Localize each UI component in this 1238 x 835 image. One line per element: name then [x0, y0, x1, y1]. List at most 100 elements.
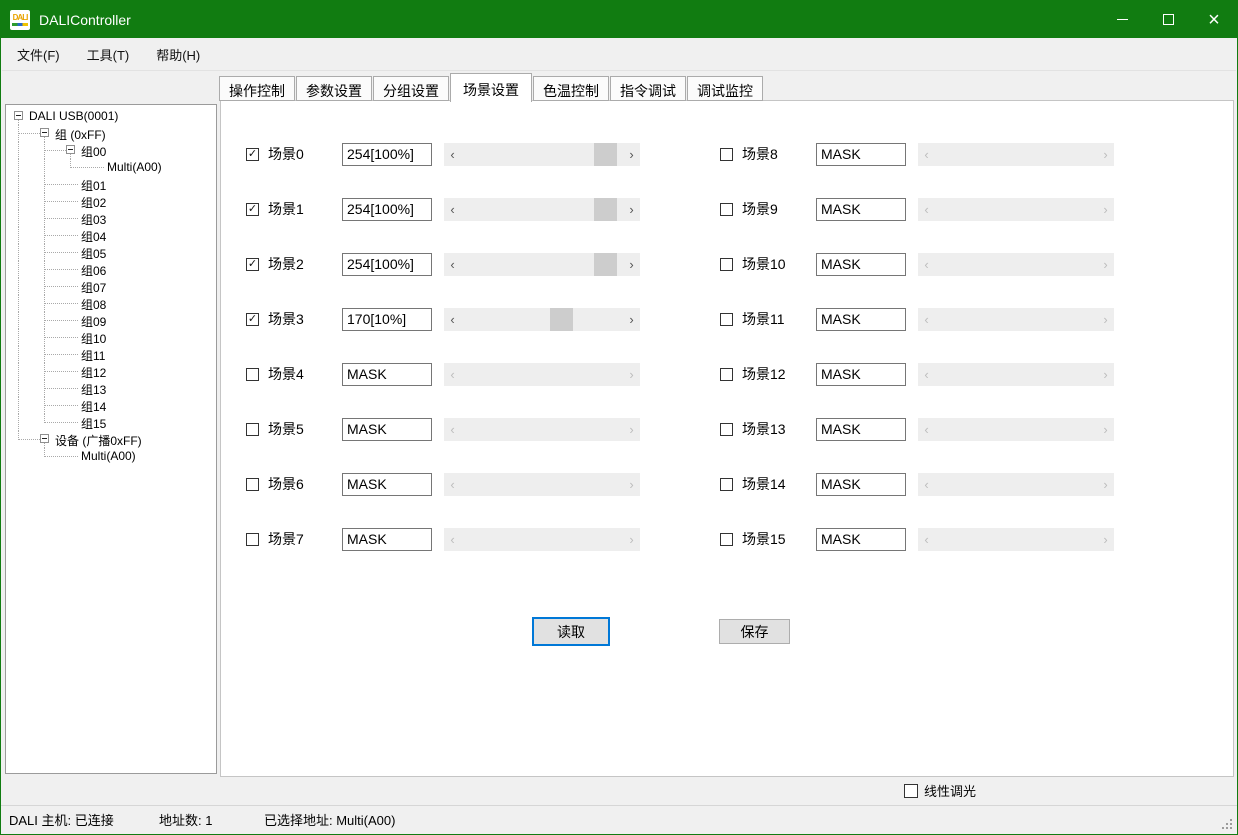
scene-checkbox-scene-3[interactable]: ✓: [246, 313, 259, 326]
device-tree[interactable]: DALI USB(0001)组 (0xFF)组00Multi(A00)组01组0…: [5, 104, 217, 774]
tree-node-group-15[interactable]: 组15: [6, 414, 216, 431]
scroll-thumb[interactable]: [594, 143, 617, 166]
scene-value-input-scene-10[interactable]: [816, 253, 906, 276]
tree-node-group-07[interactable]: 组07: [6, 278, 216, 295]
scene-checkbox-scene-4[interactable]: [246, 368, 259, 381]
tree-node-group-05[interactable]: 组05: [6, 244, 216, 261]
tree-node-group-06[interactable]: 组06: [6, 261, 216, 278]
scroll-right-arrow-icon[interactable]: ›: [623, 253, 640, 276]
scene-checkbox-scene-10[interactable]: [720, 258, 733, 271]
read-button[interactable]: 读取: [532, 617, 610, 646]
scroll-track[interactable]: [461, 308, 623, 331]
scene-value-input-scene-1[interactable]: [342, 198, 432, 221]
scene-value-input-scene-8[interactable]: [816, 143, 906, 166]
tree-guide: [44, 286, 78, 287]
tab-command-debug[interactable]: 指令调试: [610, 76, 686, 101]
tree-node-multi-a00[interactable]: Multi(A00): [6, 159, 216, 176]
scene-value-input-scene-7[interactable]: [342, 528, 432, 551]
tree-node-device-broadcast-0xff[interactable]: 设备 (广播0xFF): [6, 431, 216, 448]
scene-checkbox-scene-11[interactable]: [720, 313, 733, 326]
scene-slider-scene-3[interactable]: ‹›: [444, 308, 640, 331]
tab-parameter-settings[interactable]: 参数设置: [296, 76, 372, 101]
tree-node-group-14[interactable]: 组14: [6, 397, 216, 414]
scroll-track[interactable]: [461, 253, 623, 276]
close-button[interactable]: ×: [1191, 1, 1237, 38]
save-button[interactable]: 保存: [719, 619, 790, 644]
tab-color-temp-control[interactable]: 色温控制: [533, 76, 609, 101]
scroll-right-arrow-icon[interactable]: ›: [623, 143, 640, 166]
scene-value-input-scene-0[interactable]: [342, 143, 432, 166]
scroll-track[interactable]: [461, 143, 623, 166]
tab-scene-settings[interactable]: 场景设置: [450, 73, 532, 102]
tree-expander-icon[interactable]: [66, 145, 75, 154]
scene-slider-scene-2[interactable]: ‹›: [444, 253, 640, 276]
tree-node-label: 组 (0xFF): [55, 126, 106, 143]
menu-item-help[interactable]: 帮助(H): [156, 45, 200, 64]
minimize-button[interactable]: [1099, 1, 1145, 38]
scene-value-input-scene-4[interactable]: [342, 363, 432, 386]
tree-node-dali-usb-0001[interactable]: DALI USB(0001): [6, 108, 216, 125]
tree-expander-icon[interactable]: [40, 434, 49, 443]
maximize-button[interactable]: [1145, 1, 1191, 38]
scroll-track[interactable]: [461, 198, 623, 221]
tree-node-group-00[interactable]: 组00: [6, 142, 216, 159]
scene-value-input-scene-15[interactable]: [816, 528, 906, 551]
tree-node-group-03[interactable]: 组03: [6, 210, 216, 227]
scene-checkbox-scene-7[interactable]: [246, 533, 259, 546]
scene-checkbox-scene-14[interactable]: [720, 478, 733, 491]
scroll-thumb[interactable]: [594, 198, 617, 221]
scroll-right-arrow-icon[interactable]: ›: [623, 198, 640, 221]
tab-operation-control[interactable]: 操作控制: [219, 76, 295, 101]
scene-checkbox-scene-6[interactable]: [246, 478, 259, 491]
tree-node-group-09[interactable]: 组09: [6, 312, 216, 329]
tree-node-group-10[interactable]: 组10: [6, 329, 216, 346]
tree-node-group-02[interactable]: 组02: [6, 193, 216, 210]
scene-checkbox-scene-13[interactable]: [720, 423, 733, 436]
scene-value-input-scene-12[interactable]: [816, 363, 906, 386]
tab-grouping-settings[interactable]: 分组设置: [373, 76, 449, 101]
tree-expander-icon[interactable]: [14, 111, 23, 120]
scroll-left-arrow-icon[interactable]: ‹: [444, 198, 461, 221]
tree-node-group-root-0xff[interactable]: 组 (0xFF): [6, 125, 216, 142]
tree-node-group-11[interactable]: 组11: [6, 346, 216, 363]
tree-node-group-04[interactable]: 组04: [6, 227, 216, 244]
scene-value-input-scene-2[interactable]: [342, 253, 432, 276]
scene-slider-scene-1[interactable]: ‹›: [444, 198, 640, 221]
scene-checkbox-scene-5[interactable]: [246, 423, 259, 436]
scene-checkbox-scene-15[interactable]: [720, 533, 733, 546]
scene-value-input-scene-6[interactable]: [342, 473, 432, 496]
scene-checkbox-scene-1[interactable]: ✓: [246, 203, 259, 216]
scroll-left-arrow-icon[interactable]: ‹: [444, 308, 461, 331]
resize-grip[interactable]: [1220, 817, 1233, 830]
scene-checkbox-scene-0[interactable]: ✓: [246, 148, 259, 161]
tree-expander-icon[interactable]: [40, 128, 49, 137]
scene-slider-scene-0[interactable]: ‹›: [444, 143, 640, 166]
tree-node-group-08[interactable]: 组08: [6, 295, 216, 312]
scene-checkbox-scene-12[interactable]: [720, 368, 733, 381]
tree-node-group-01[interactable]: 组01: [6, 176, 216, 193]
linear-dimming-row: 线性调光: [904, 781, 976, 800]
scene-row-scene-0: ✓场景0‹›: [246, 142, 640, 166]
scroll-thumb[interactable]: [550, 308, 573, 331]
tree-node-device-multi-a00[interactable]: Multi(A00): [6, 448, 216, 465]
menu-item-file[interactable]: 文件(F): [17, 45, 60, 64]
scene-checkbox-scene-8[interactable]: [720, 148, 733, 161]
scroll-thumb[interactable]: [594, 253, 617, 276]
scene-checkbox-scene-9[interactable]: [720, 203, 733, 216]
scroll-right-arrow-icon[interactable]: ›: [623, 308, 640, 331]
scene-value-input-scene-9[interactable]: [816, 198, 906, 221]
tab-debug-monitor[interactable]: 调试监控: [687, 76, 763, 101]
scene-value-input-scene-5[interactable]: [342, 418, 432, 441]
menu-item-tools[interactable]: 工具(T): [87, 45, 130, 64]
tree-node-group-13[interactable]: 组13: [6, 380, 216, 397]
scene-value-input-scene-11[interactable]: [816, 308, 906, 331]
scene-value-input-scene-14[interactable]: [816, 473, 906, 496]
tree-node-group-12[interactable]: 组12: [6, 363, 216, 380]
scroll-left-arrow-icon[interactable]: ‹: [444, 253, 461, 276]
scroll-left-arrow-icon[interactable]: ‹: [444, 143, 461, 166]
scene-value-input-scene-3[interactable]: [342, 308, 432, 331]
linear-dimming-checkbox[interactable]: [904, 784, 918, 798]
scene-value-input-scene-13[interactable]: [816, 418, 906, 441]
scene-checkbox-scene-2[interactable]: ✓: [246, 258, 259, 271]
titlebar[interactable]: DALI DALIController ×: [1, 1, 1237, 38]
